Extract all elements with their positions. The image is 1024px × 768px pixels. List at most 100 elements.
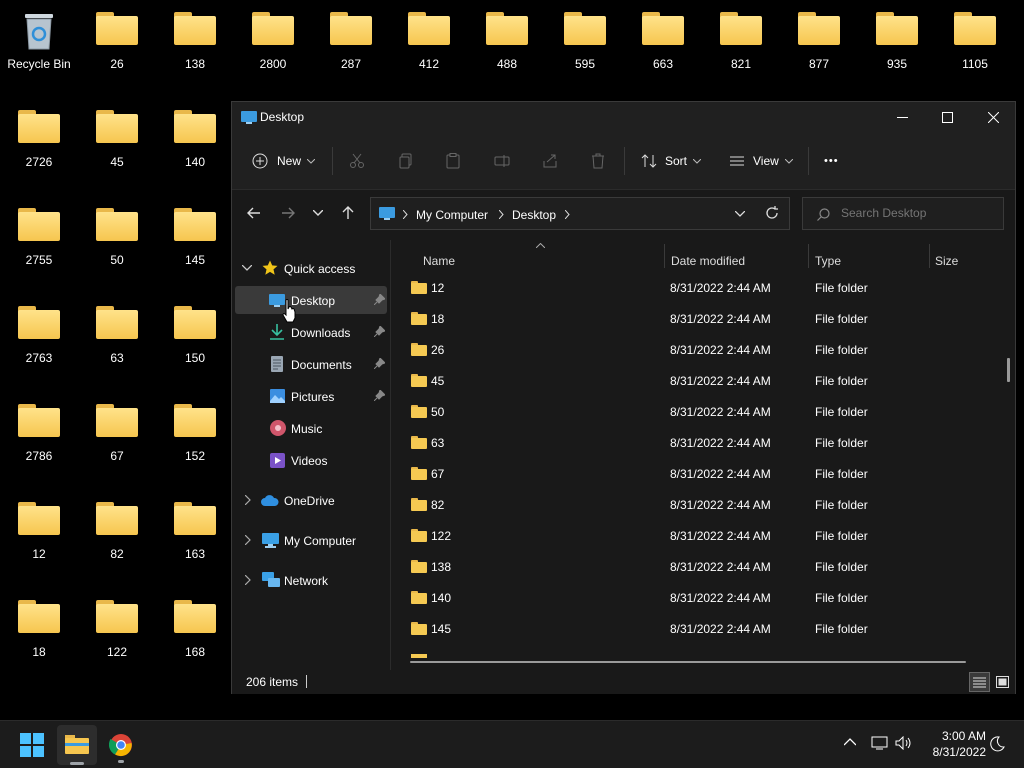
desktop-folder[interactable]: 138 [157,0,233,90]
table-row[interactable]: 140 8/31/2022 2:44 AM File folder [407,582,997,613]
table-row[interactable]: 145 8/31/2022 2:44 AM File folder [407,613,997,644]
desktop-folder[interactable]: 935 [859,0,935,90]
desktop-folder[interactable]: 663 [625,0,701,90]
sidebar-item-music[interactable]: Music [235,414,387,442]
column-header-date-modified[interactable]: Date modified [671,254,745,268]
desktop-folder[interactable]: 1105 [937,0,1013,90]
start-button[interactable] [20,733,44,757]
minimize-button[interactable] [879,102,925,133]
desktop-folder[interactable]: 67 [79,392,155,482]
delete-button[interactable] [590,149,606,173]
sidebar-item-network[interactable]: Network [235,566,387,594]
table-row[interactable]: 138 8/31/2022 2:44 AM File folder [407,551,997,582]
desktop-folder[interactable]: 595 [547,0,623,90]
sidebar-item-downloads[interactable]: Downloads [235,318,387,346]
table-row[interactable]: 82 8/31/2022 2:44 AM File folder [407,489,997,520]
pin-icon[interactable] [374,326,385,337]
breadcrumb-desktop[interactable]: Desktop [512,208,556,222]
desktop-folder[interactable]: 18 [1,588,77,678]
desktop-folder[interactable]: 50 [79,196,155,286]
share-button[interactable] [542,149,558,173]
desktop-folder[interactable]: 168 [157,588,233,678]
desktop-folder[interactable]: 287 [313,0,389,90]
table-row[interactable]: 122 8/31/2022 2:44 AM File folder [407,520,997,551]
pin-icon[interactable] [374,358,385,369]
desktop-folder[interactable]: 2786 [1,392,77,482]
table-row[interactable]: 45 8/31/2022 2:44 AM File folder [407,365,997,396]
sort-button[interactable]: Sort [641,149,702,173]
column-resize-handle[interactable] [664,244,665,268]
close-button[interactable] [970,102,1016,133]
sidebar-item-videos[interactable]: Videos [235,446,387,474]
desktop-folder[interactable]: 488 [469,0,545,90]
desktop-folder[interactable]: 2726 [1,98,77,188]
breadcrumb-my-computer[interactable]: My Computer [416,208,488,222]
sidebar-item-pictures[interactable]: Pictures [235,382,387,410]
paste-button[interactable] [445,149,461,173]
desktop-folder[interactable]: 821 [703,0,779,90]
rename-button[interactable] [494,149,510,173]
desktop-folder[interactable]: 26 [79,0,155,90]
search-box[interactable] [802,197,1004,230]
view-button[interactable]: View [729,149,793,173]
clock[interactable]: 3:00 AM 8/31/2022 [918,728,986,760]
table-row[interactable]: 12 8/31/2022 2:44 AM File folder [407,272,997,303]
desktop-folder[interactable]: 140 [157,98,233,188]
taskbar-file-explorer-button[interactable] [57,725,97,765]
copy-button[interactable] [398,149,414,173]
sidebar-item-quick-access[interactable]: Quick access [235,254,387,282]
show-hidden-icons-button[interactable] [844,738,856,746]
desktop-folder[interactable]: 45 [79,98,155,188]
pin-icon[interactable] [374,390,385,401]
desktop-folder[interactable]: 145 [157,196,233,286]
desktop-folder[interactable]: 82 [79,490,155,580]
volume-button[interactable] [895,736,913,750]
network-status-button[interactable] [871,736,888,750]
vertical-scrollbar-thumb[interactable] [1007,358,1010,382]
chevron-right-icon[interactable] [245,575,251,585]
cut-button[interactable] [349,149,365,173]
column-resize-handle[interactable] [929,244,930,268]
desktop-folder[interactable]: 163 [157,490,233,580]
table-row[interactable]: 18 8/31/2022 2:44 AM File folder [407,303,997,334]
recent-locations-button[interactable] [307,202,329,224]
recycle-bin-icon[interactable]: Recycle Bin [1,0,77,90]
column-header-type[interactable]: Type [815,254,841,268]
details-view-button[interactable] [969,672,990,692]
column-header-name[interactable]: Name [423,254,455,268]
desktop-folder[interactable]: 122 [79,588,155,678]
desktop-folder[interactable]: 152 [157,392,233,482]
back-button[interactable] [243,202,265,224]
desktop-folder[interactable]: 2800 [235,0,311,90]
address-bar[interactable]: My Computer Desktop [370,197,790,230]
pin-icon[interactable] [374,294,385,305]
table-row[interactable]: 26 8/31/2022 2:44 AM File folder [407,334,997,365]
chevron-right-icon[interactable] [245,535,251,545]
up-button[interactable] [337,202,359,224]
tiles-view-button[interactable] [992,672,1012,692]
maximize-button[interactable] [924,102,970,133]
sidebar-item-documents[interactable]: Documents [235,350,387,378]
sidebar-item-desktop[interactable]: Desktop [235,286,387,314]
chevron-right-icon[interactable] [245,495,251,505]
focus-assist-button[interactable] [989,736,1005,752]
desktop-folder[interactable]: 412 [391,0,467,90]
desktop-folder[interactable]: 63 [79,294,155,384]
refresh-icon[interactable] [765,206,779,220]
table-row[interactable]: 67 8/31/2022 2:44 AM File folder [407,458,997,489]
desktop-folder[interactable]: 2755 [1,196,77,286]
sidebar-item-my-computer[interactable]: My Computer [235,526,387,554]
taskbar-chrome-button[interactable] [109,733,133,763]
forward-button[interactable] [277,202,299,224]
desktop-folder[interactable]: 877 [781,0,857,90]
new-button[interactable]: New [252,149,316,173]
table-row[interactable]: 63 8/31/2022 2:44 AM File folder [407,427,997,458]
desktop-folder[interactable]: 12 [1,490,77,580]
more-options-button[interactable]: ••• [824,149,839,173]
chevron-down-icon[interactable] [242,265,252,271]
address-history-dropdown-icon[interactable] [735,211,745,217]
search-input[interactable] [841,206,991,220]
table-row[interactable]: 50 8/31/2022 2:44 AM File folder [407,396,997,427]
sidebar-item-onedrive[interactable]: OneDrive [235,486,387,514]
desktop-folder[interactable]: 2763 [1,294,77,384]
